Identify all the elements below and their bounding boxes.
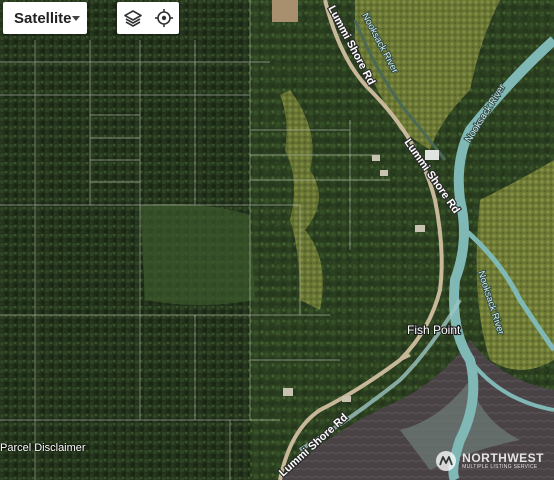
building — [415, 225, 425, 232]
satellite-map[interactable]: Lummi Shore Rd Lummi Shore Rd Lummi Shor… — [0, 0, 554, 480]
map-type-label: Satellite — [14, 9, 72, 27]
building — [342, 396, 351, 402]
map-tools — [117, 2, 179, 34]
nwmls-watermark: NORTHWEST MULTIPLE LISTING SERVICE — [435, 450, 544, 472]
map-type-selector[interactable]: Satellite — [3, 2, 87, 34]
layers-button[interactable] — [119, 4, 147, 32]
place-label-fish-point: Fish Point — [407, 323, 461, 337]
brand-name: NORTHWEST — [462, 451, 544, 465]
building — [272, 0, 298, 22]
clearing — [140, 203, 255, 305]
building — [283, 388, 293, 396]
locate-button[interactable] — [150, 4, 178, 32]
caret-down-icon — [72, 16, 80, 21]
crosshair-icon — [154, 9, 173, 27]
brand-tagline: MULTIPLE LISTING SERVICE — [462, 464, 538, 470]
layers-icon — [123, 10, 142, 27]
nwmls-logo-icon — [436, 451, 457, 471]
building — [372, 155, 380, 161]
parcel-disclaimer-link[interactable]: Parcel Disclaimer — [0, 442, 86, 454]
building — [380, 170, 388, 176]
